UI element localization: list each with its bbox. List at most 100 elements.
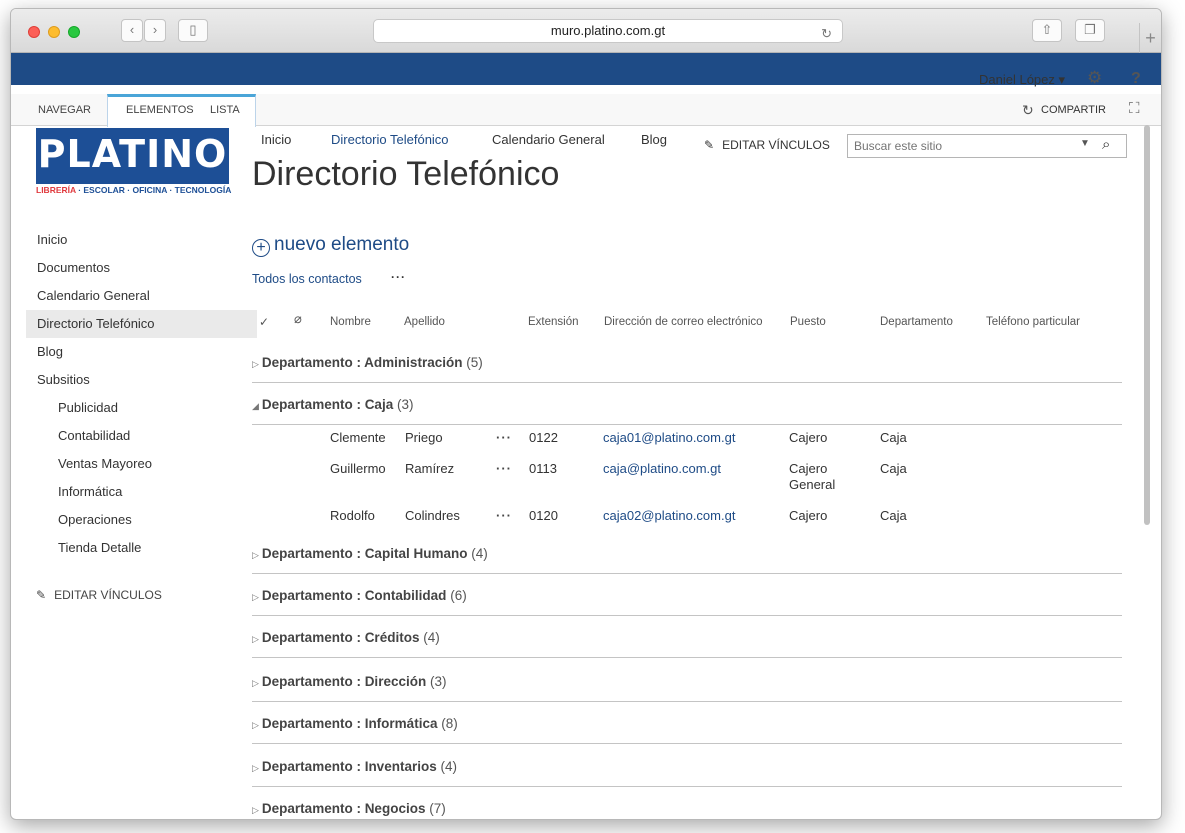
minimize-window-button[interactable] (48, 26, 60, 38)
tabs-overview-button[interactable]: ❐ (1075, 19, 1105, 42)
cell-nombre: Clemente (330, 430, 386, 445)
cell-apellido: Ramírez (405, 461, 455, 476)
url-text: muro.platino.com.gt (550, 23, 666, 38)
focus-content-icon[interactable]: ⛶ (1129, 100, 1140, 117)
select-all-checkmark-icon[interactable]: ✓ (259, 315, 269, 329)
column-header-apellido[interactable]: Apellido (404, 316, 445, 328)
chevron-left-icon: ‹ (129, 22, 135, 37)
group-header[interactable]: ▷ Departamento : Inventarios (4) (252, 759, 1122, 787)
nav-item-informatica[interactable]: Informática (26, 478, 257, 506)
column-header-departamento[interactable]: Departamento (880, 316, 953, 328)
search-scope-dropdown-icon[interactable]: ▼ (1080, 138, 1090, 149)
help-icon[interactable]: ? (1131, 70, 1141, 88)
expand-arrow-icon: ▷ (252, 678, 259, 688)
topnav-blog[interactable]: Blog (641, 132, 667, 147)
new-tab-button[interactable]: + (1139, 23, 1161, 53)
search-icon[interactable]: ⌕ (1102, 136, 1110, 153)
column-header-telefono[interactable]: Teléfono particular (986, 316, 1080, 328)
left-navigation: Inicio Documentos Calendario General Dir… (26, 226, 257, 562)
nav-item-blog[interactable]: Blog (26, 338, 257, 366)
plus-icon: + (1145, 28, 1156, 48)
user-menu[interactable]: Daniel López ▾ (979, 72, 1065, 88)
nav-item-tienda-detalle[interactable]: Tienda Detalle (26, 534, 257, 562)
collapse-arrow-icon: ◢ (252, 401, 259, 411)
nav-item-ventas-mayoreo[interactable]: Ventas Mayoreo (26, 450, 257, 478)
group-header[interactable]: ▷ Departamento : Informática (8) (252, 716, 1122, 744)
group-header[interactable]: ▷ Departamento : Administración (5) (252, 355, 1122, 383)
page-scrollbar[interactable] (1144, 125, 1150, 525)
pencil-icon: ✎ (36, 588, 47, 602)
cell-email[interactable]: caja02@platino.com.gt (603, 508, 735, 524)
nav-item-directorio[interactable]: Directorio Telefónico (26, 310, 257, 338)
view-more-button[interactable]: ··· (391, 270, 406, 284)
forward-button[interactable]: › (144, 19, 166, 42)
nav-item-operaciones[interactable]: Operaciones (26, 506, 257, 534)
nav-item-inicio[interactable]: Inicio (26, 226, 257, 254)
logo-tagline: LIBRERÍA · ESCOLAR · OFICINA · TECNOLOGÍ… (36, 184, 232, 197)
ribbon-bar: NAVEGAR ELEMENTOS LISTA ↻ COMPARTIR ⛶ (11, 94, 1161, 127)
top-edit-links[interactable]: ✎ EDITAR VÍNCULOS (704, 138, 830, 152)
nav-item-contabilidad[interactable]: Contabilidad (26, 422, 257, 450)
cell-email[interactable]: caja@platino.com.gt (603, 461, 721, 477)
user-row: Daniel López ▾ ⚙ ? (11, 65, 1161, 95)
tab-navegar[interactable]: NAVEGAR (38, 94, 91, 126)
new-item-button[interactable]: + nuevo elemento (252, 234, 409, 257)
share-page-button[interactable]: ⇧ (1032, 19, 1062, 42)
attachment-icon: ⌀ (294, 311, 302, 326)
logo-text: PLATINO (37, 132, 228, 176)
group-header[interactable]: ▷ Departamento : Créditos (4) (252, 630, 1122, 658)
nav-item-calendario[interactable]: Calendario General (26, 282, 257, 310)
cell-apellido: Colindres (405, 508, 460, 523)
view-all-contacts[interactable]: Todos los contactos (252, 272, 362, 286)
group-header[interactable]: ◢ Departamento : Caja (3) (252, 397, 1122, 425)
topnav-calendario[interactable]: Calendario General (492, 132, 605, 147)
share-icon: ⇧ (1041, 22, 1053, 37)
column-header-extension[interactable]: Extensión (528, 316, 579, 328)
search-input[interactable] (848, 135, 1068, 157)
nav-item-publicidad[interactable]: Publicidad (26, 394, 257, 422)
column-header-email[interactable]: Dirección de correo electrónico (604, 316, 763, 328)
topnav-directorio[interactable]: Directorio Telefónico (331, 132, 449, 147)
expand-arrow-icon: ▷ (252, 592, 259, 602)
cell-extension: 0113 (529, 461, 557, 476)
left-edit-links[interactable]: ✎ EDITAR VÍNCULOS (36, 588, 162, 602)
cell-extension: 0122 (529, 430, 558, 445)
topnav-inicio[interactable]: Inicio (261, 132, 291, 147)
column-header-nombre[interactable]: Nombre (330, 316, 371, 328)
tab-elementos[interactable]: ELEMENTOS (126, 94, 194, 126)
top-navigation: Inicio Directorio Telefónico Calendario … (252, 132, 712, 150)
zoom-window-button[interactable] (68, 26, 80, 38)
row-menu-button[interactable]: ··· (496, 430, 512, 446)
expand-arrow-icon: ▷ (252, 720, 259, 730)
cell-extension: 0120 (529, 508, 558, 523)
gear-icon[interactable]: ⚙ (1087, 68, 1102, 88)
share-button[interactable]: COMPARTIR (1041, 104, 1106, 116)
table-row[interactable]: Rodolfo Colindres ··· 0120 caja02@platin… (252, 508, 1122, 536)
column-header-puesto[interactable]: Puesto (790, 316, 826, 328)
group-header[interactable]: ▷ Departamento : Dirección (3) (252, 674, 1122, 702)
row-menu-button[interactable]: ··· (496, 508, 512, 524)
cell-email[interactable]: caja01@platino.com.gt (603, 430, 735, 446)
sidebar-toggle-button[interactable]: ▯ (178, 19, 208, 42)
nav-item-subsitios[interactable]: Subsitios (26, 366, 257, 394)
address-bar[interactable]: muro.platino.com.gt ↻ (373, 19, 843, 43)
chevron-right-icon: › (152, 22, 158, 37)
cell-departamento: Caja (880, 461, 907, 476)
row-menu-button[interactable]: ··· (496, 461, 512, 477)
nav-item-documentos[interactable]: Documentos (26, 254, 257, 282)
expand-arrow-icon: ▷ (252, 359, 259, 369)
table-row[interactable]: Clemente Priego ··· 0122 caja01@platino.… (252, 430, 1122, 458)
group-header[interactable]: ▷ Departamento : Negocios (7) (252, 801, 1122, 819)
sync-icon: ↻ (1022, 102, 1034, 118)
group-header[interactable]: ▷ Departamento : Contabilidad (6) (252, 588, 1122, 616)
table-row[interactable]: Guillermo Ramírez ··· 0113 caja@platino.… (252, 461, 1122, 495)
back-button[interactable]: ‹ (121, 19, 143, 42)
cell-departamento: Caja (880, 508, 907, 523)
cell-nombre: Guillermo (330, 461, 386, 476)
expand-arrow-icon: ▷ (252, 805, 259, 815)
close-window-button[interactable] (28, 26, 40, 38)
tab-lista[interactable]: LISTA (210, 94, 240, 126)
reload-icon[interactable]: ↻ (821, 23, 832, 45)
group-header[interactable]: ▷ Departamento : Capital Humano (4) (252, 546, 1122, 574)
pencil-icon: ✎ (704, 138, 715, 152)
